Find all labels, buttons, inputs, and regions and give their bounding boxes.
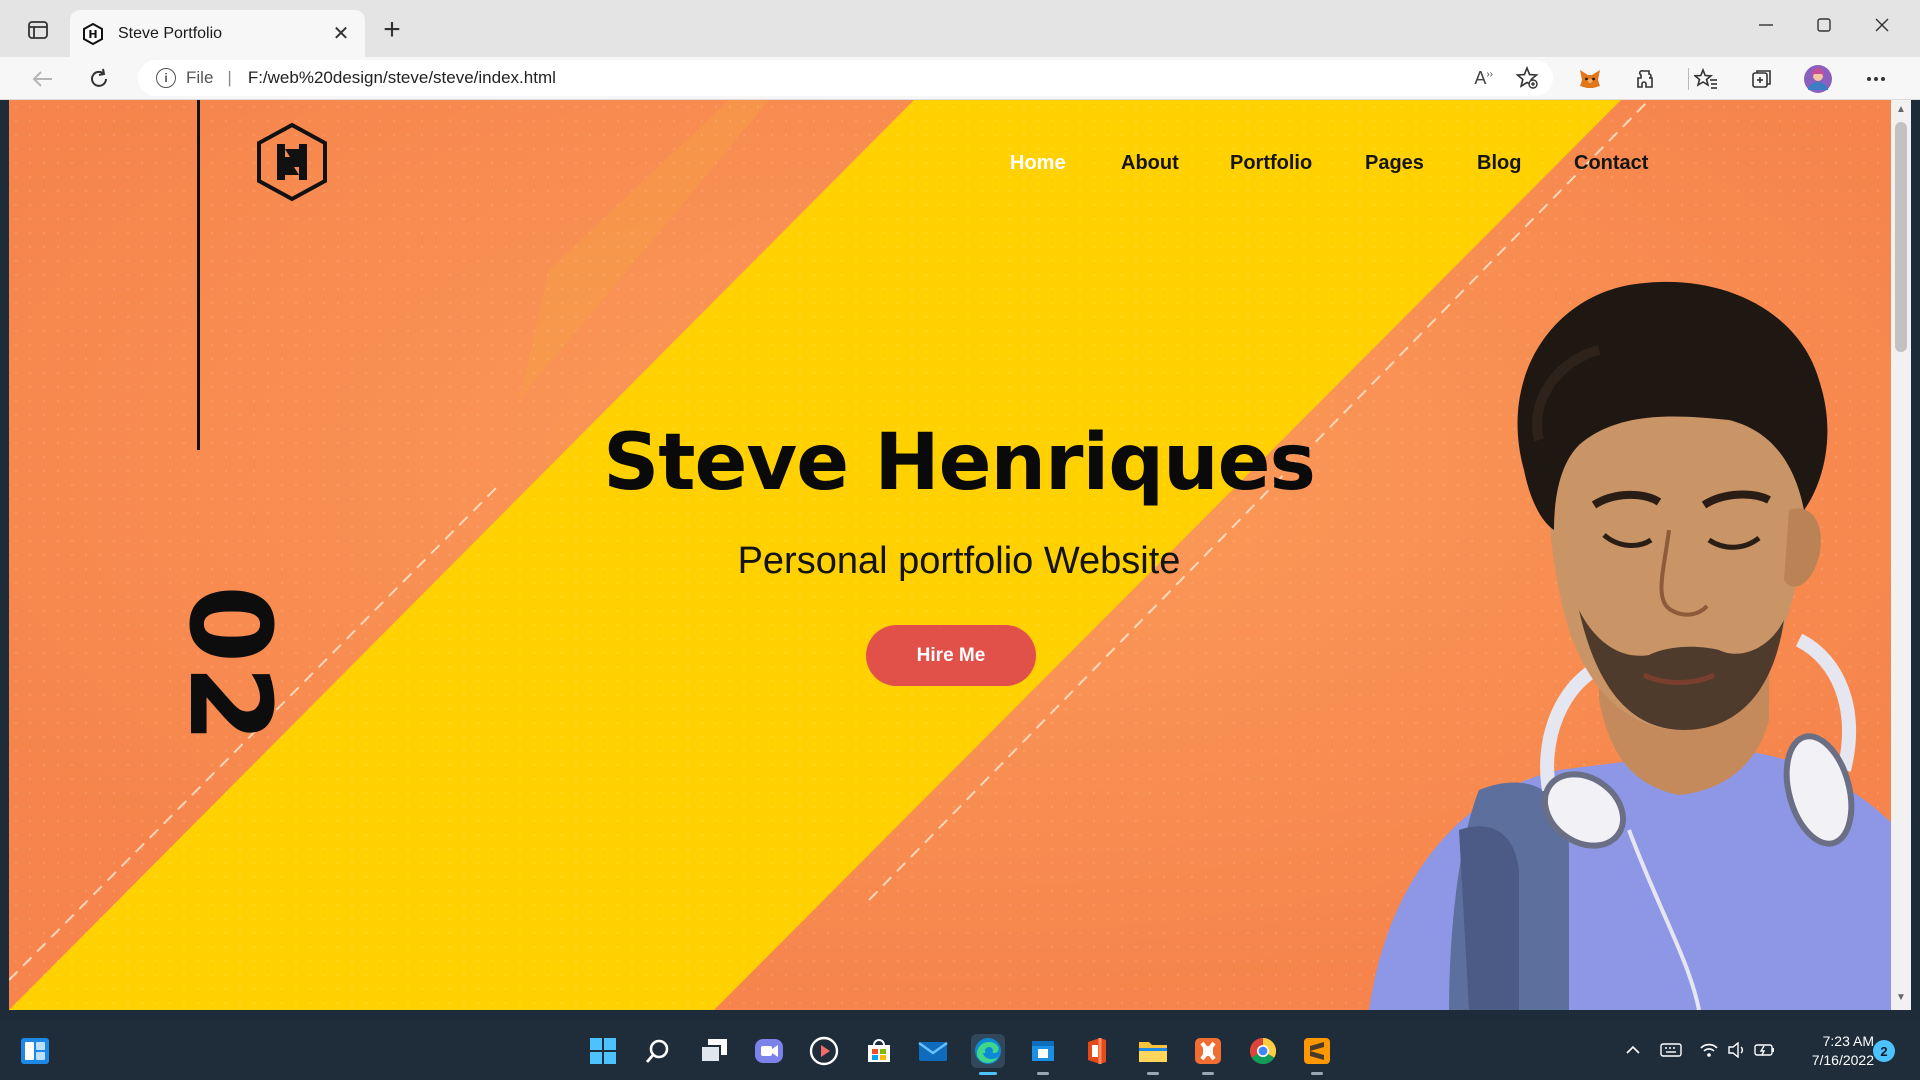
close-tab-icon[interactable]: ✕ [329, 21, 353, 46]
slide-number: 02 [164, 585, 294, 745]
metamask-extension-icon[interactable] [1574, 63, 1606, 95]
windows-taskbar: 7:23 AM 7/16/2022 2 [0, 1020, 1920, 1080]
tab-title: Steve Portfolio [118, 24, 223, 42]
start-menu-icon[interactable] [586, 1034, 620, 1068]
browser-toolbar: i File | F:/web%20design/steve/steve/ind… [0, 57, 1920, 100]
chrome-icon[interactable] [1246, 1034, 1280, 1068]
scroll-down-icon[interactable]: ▼ [1895, 992, 1907, 1006]
system-clock[interactable]: 7:23 AM 7/16/2022 [1778, 1032, 1874, 1070]
wifi-icon[interactable] [1698, 1039, 1720, 1061]
refresh-icon[interactable] [82, 63, 116, 95]
teams-chat-icon[interactable] [752, 1034, 786, 1068]
hero-title: Steve Henriques [603, 418, 1316, 508]
browser-titlebar: H Steve Portfolio ✕ + [0, 0, 1920, 57]
url-separator: | [227, 68, 232, 87]
site-favicon-icon: H [83, 22, 103, 45]
show-hidden-icons-icon[interactable] [1622, 1039, 1644, 1061]
clock-time: 7:23 AM [1822, 1033, 1874, 1049]
keyboard-icon[interactable] [1658, 1039, 1684, 1061]
microsoft-store-icon[interactable] [862, 1034, 896, 1068]
running-app-indicator [1147, 1072, 1159, 1075]
svg-text:H: H [88, 28, 97, 41]
sublime-text-icon[interactable] [1300, 1034, 1334, 1075]
nav-home[interactable]: Home [1010, 152, 1066, 175]
more-options-icon[interactable] [1860, 63, 1892, 95]
nav-pages[interactable]: Pages [1365, 152, 1424, 175]
back-icon[interactable] [26, 63, 60, 95]
close-window-icon[interactable] [1854, 10, 1910, 40]
new-tab-icon[interactable]: + [376, 13, 408, 46]
hero-subtitle: Personal portfolio Website [737, 540, 1181, 582]
windows-store-icon[interactable] [1026, 1034, 1060, 1075]
edge-icon[interactable] [971, 1034, 1005, 1075]
minimize-icon[interactable] [1738, 10, 1794, 40]
scroll-up-icon[interactable]: ▲ [1895, 104, 1907, 118]
xampp-icon[interactable] [1191, 1034, 1225, 1075]
favorites-icon[interactable] [1690, 63, 1722, 95]
main-navigation: Home About Portfolio Pages Blog Contact [9, 152, 1891, 182]
page-scrollbar[interactable]: ▲ ▼ [1891, 100, 1911, 1010]
url-text: F:/web%20design/steve/steve/index.html [247, 68, 556, 87]
toolbar-divider [1687, 63, 1689, 95]
nav-blog[interactable]: Blog [1477, 152, 1521, 175]
task-view-icon[interactable] [697, 1034, 731, 1068]
scrollbar-thumb[interactable] [1895, 122, 1907, 352]
clock-date: 7/16/2022 [1811, 1052, 1874, 1068]
browser-tab[interactable]: H Steve Portfolio ✕ [70, 10, 365, 57]
hero-portrait-image [1369, 281, 1891, 1010]
office-icon[interactable] [1080, 1034, 1114, 1068]
running-app-indicator [1202, 1072, 1214, 1075]
nav-portfolio[interactable]: Portfolio [1230, 152, 1312, 175]
running-app-indicator [1311, 1072, 1323, 1075]
notification-badge[interactable]: 2 [1873, 1040, 1895, 1062]
site-info-icon[interactable]: i [156, 68, 176, 88]
nav-about[interactable]: About [1121, 152, 1179, 175]
active-app-indicator [979, 1072, 997, 1075]
profile-avatar[interactable] [1802, 63, 1834, 95]
maximize-icon[interactable] [1796, 10, 1852, 40]
volume-icon[interactable] [1726, 1039, 1748, 1061]
file-explorer-icon[interactable] [1136, 1034, 1170, 1075]
page-viewport: 02 Home About Portfolio Pages Blog Conta… [9, 100, 1891, 1010]
running-app-indicator [1037, 1072, 1049, 1075]
tab-actions-icon[interactable] [22, 16, 54, 44]
nav-contact[interactable]: Contact [1574, 152, 1648, 175]
address-bar[interactable]: i File | F:/web%20design/steve/steve/ind… [138, 60, 1553, 96]
url-scheme: File [186, 68, 214, 87]
read-aloud-icon[interactable]: A›› [1474, 68, 1493, 89]
widgets-icon[interactable] [20, 1037, 50, 1065]
media-player-icon[interactable] [807, 1034, 841, 1068]
add-favorite-icon[interactable] [1515, 66, 1539, 90]
search-icon[interactable] [641, 1034, 675, 1068]
battery-icon[interactable] [1754, 1039, 1776, 1061]
extensions-icon[interactable] [1630, 63, 1662, 95]
mail-icon[interactable] [916, 1034, 950, 1068]
collections-icon[interactable] [1746, 63, 1778, 95]
hire-me-button[interactable]: Hire Me [866, 625, 1036, 686]
